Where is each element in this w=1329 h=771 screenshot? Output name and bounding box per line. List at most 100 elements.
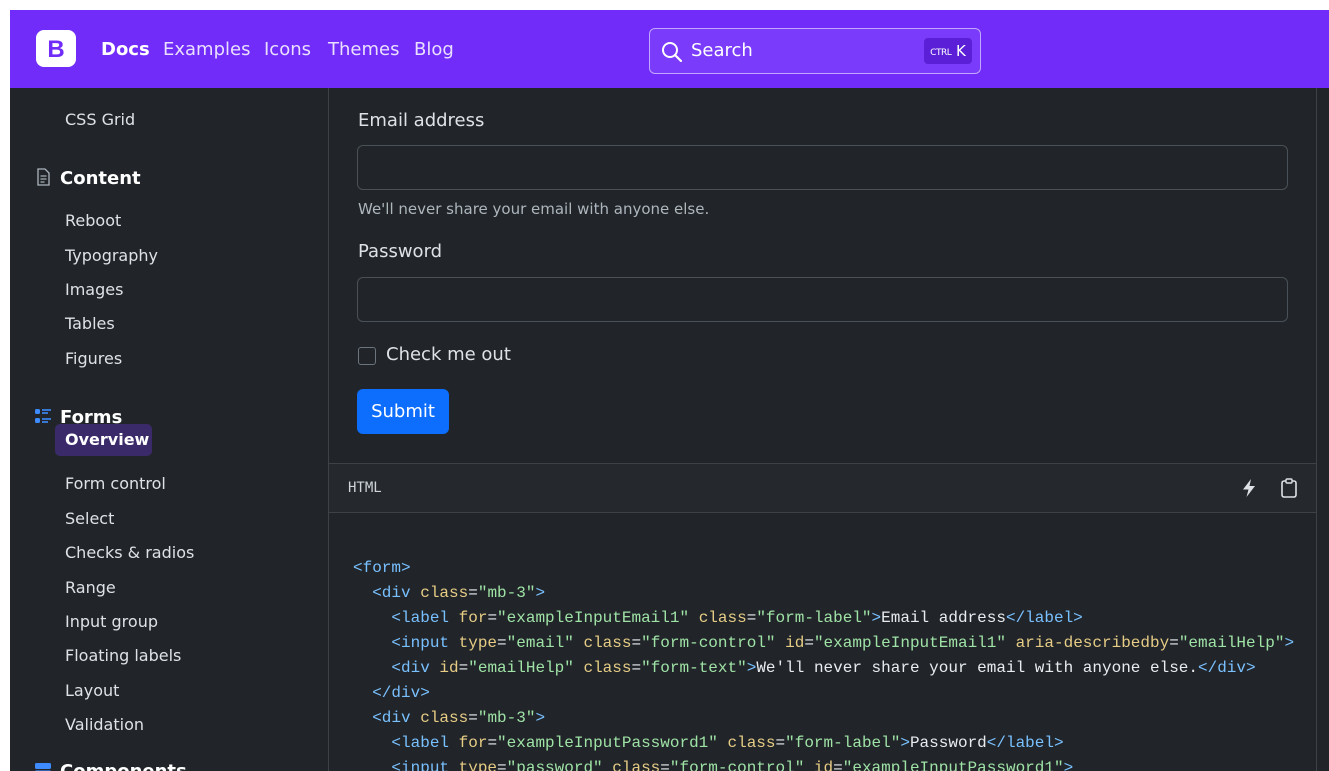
- code-token: =: [487, 609, 498, 627]
- code-token: "exampleInputPassword1": [842, 759, 1064, 771]
- sidebar-item-select[interactable]: Select: [65, 508, 114, 530]
- check-me-out-checkbox[interactable]: [358, 347, 376, 365]
- sidebar-item-form-control[interactable]: Form control: [65, 473, 166, 495]
- sidebar-item-input-group[interactable]: Input group: [65, 611, 158, 633]
- code-token: id: [439, 659, 459, 677]
- nav-link-examples[interactable]: Examples: [163, 38, 250, 62]
- sidebar-item-range[interactable]: Range: [65, 577, 116, 599]
- code-token: =: [660, 759, 670, 771]
- code-token: aria-describedby: [1015, 634, 1170, 652]
- code-token: =: [775, 734, 786, 752]
- code-token: =: [497, 759, 507, 771]
- sidebar-item-images[interactable]: Images: [65, 279, 123, 301]
- code-token: "mb-3": [477, 709, 536, 727]
- code-token: >: [871, 609, 882, 627]
- code-token: </div>: [372, 684, 430, 702]
- code-token: "form-control": [641, 634, 776, 652]
- code-token: type: [458, 634, 498, 652]
- code-token: <div: [372, 584, 421, 602]
- brand-letter: B: [47, 36, 64, 63]
- sidebar-item-typography[interactable]: Typography: [65, 245, 158, 267]
- code-token: <label: [391, 609, 459, 627]
- menu-button-icon: [34, 763, 52, 771]
- code-token: "email": [506, 634, 574, 652]
- code-token: =: [458, 659, 469, 677]
- sidebar-item-overview[interactable]: Overview: [65, 429, 149, 451]
- submit-button[interactable]: Submit: [357, 389, 449, 434]
- sidebar-item-figures[interactable]: Figures: [65, 348, 122, 370]
- sidebar-item-tables[interactable]: Tables: [65, 313, 115, 335]
- nav-link-docs[interactable]: Docs: [101, 38, 150, 62]
- nav-link-themes[interactable]: Themes: [328, 38, 399, 62]
- code-token: Password: [909, 734, 987, 752]
- code-token: =: [833, 759, 843, 771]
- content-divider-right: [1316, 88, 1317, 771]
- bootstrap-logo[interactable]: B: [36, 30, 76, 67]
- code-token: =: [468, 584, 478, 602]
- check-me-out-label[interactable]: Check me out: [386, 343, 511, 367]
- code-token: >: [1284, 634, 1295, 652]
- code-line: <label for="exampleInputPassword1" class…: [353, 733, 1064, 753]
- password-input[interactable]: [357, 277, 1288, 322]
- search-icon: [662, 42, 683, 63]
- code-token: "form-label": [785, 734, 901, 752]
- sidebar-item-reboot[interactable]: Reboot: [65, 210, 121, 232]
- code-token: "mb-3": [477, 584, 536, 602]
- code-token: id: [813, 759, 834, 771]
- sidebar-item-layout[interactable]: Layout: [65, 680, 119, 702]
- top-navbar: B Docs Examples Icons Themes Blog Search…: [10, 10, 1329, 88]
- code-block: <form> <div class="mb-3"> <label for="ex…: [329, 513, 1307, 771]
- sidebar-heading-content[interactable]: Content: [34, 167, 141, 191]
- code-token: class: [583, 659, 632, 677]
- docs-sidebar: CSS Grid Content Reboot Typography Image…: [10, 88, 328, 771]
- code-token: class: [420, 584, 469, 602]
- code-token: >: [535, 584, 546, 602]
- code-line: <div class="mb-3">: [353, 583, 545, 603]
- ui-checks-icon: [35, 409, 51, 423]
- clipboard-icon[interactable]: [1278, 477, 1300, 499]
- code-token: </div>: [1198, 659, 1256, 677]
- code-token: "emailHelp": [1178, 634, 1285, 652]
- code-token: <label: [391, 734, 459, 752]
- code-token: =: [631, 634, 642, 652]
- code-token: class: [583, 634, 632, 652]
- sidebar-item-floating-labels[interactable]: Floating labels: [65, 645, 181, 667]
- code-token: id: [785, 634, 805, 652]
- kbd-ctrl: CTRL: [930, 48, 952, 58]
- code-token: type: [458, 759, 498, 771]
- sidebar-heading-label: Components: [60, 761, 187, 771]
- lightning-icon[interactable]: [1238, 477, 1260, 499]
- code-line: <div id="emailHelp" class="form-text">We…: [353, 658, 1256, 678]
- nav-link-icons[interactable]: Icons: [264, 38, 311, 62]
- search-label: Search: [691, 40, 753, 61]
- code-line: <input type="password" class="form-contr…: [353, 758, 1073, 771]
- code-token: class: [420, 709, 469, 727]
- code-token: =: [497, 634, 507, 652]
- code-token: =: [631, 659, 642, 677]
- sidebar-heading-components[interactable]: Components: [34, 760, 187, 771]
- nav-link-blog[interactable]: Blog: [414, 38, 454, 62]
- sidebar-item-css-grid[interactable]: CSS Grid: [65, 109, 135, 131]
- code-token: "emailHelp": [468, 659, 574, 677]
- code-token: =: [468, 709, 478, 727]
- code-line: <input type="email" class="form-control"…: [353, 633, 1294, 653]
- code-token: </label>: [986, 734, 1064, 752]
- code-token: for: [458, 734, 488, 752]
- code-token: "exampleInputPassword1": [497, 734, 718, 752]
- email-input[interactable]: [357, 145, 1288, 190]
- code-line: <div class="mb-3">: [353, 708, 545, 728]
- keyboard-shortcut-badge: CTRL K: [924, 38, 972, 64]
- search-button[interactable]: Search CTRL K: [649, 28, 981, 74]
- sidebar-item-checks-radios[interactable]: Checks & radios: [65, 542, 194, 564]
- sidebar-item-validation[interactable]: Validation: [65, 714, 144, 736]
- code-token: "form-control": [669, 759, 805, 771]
- code-token: =: [804, 634, 814, 652]
